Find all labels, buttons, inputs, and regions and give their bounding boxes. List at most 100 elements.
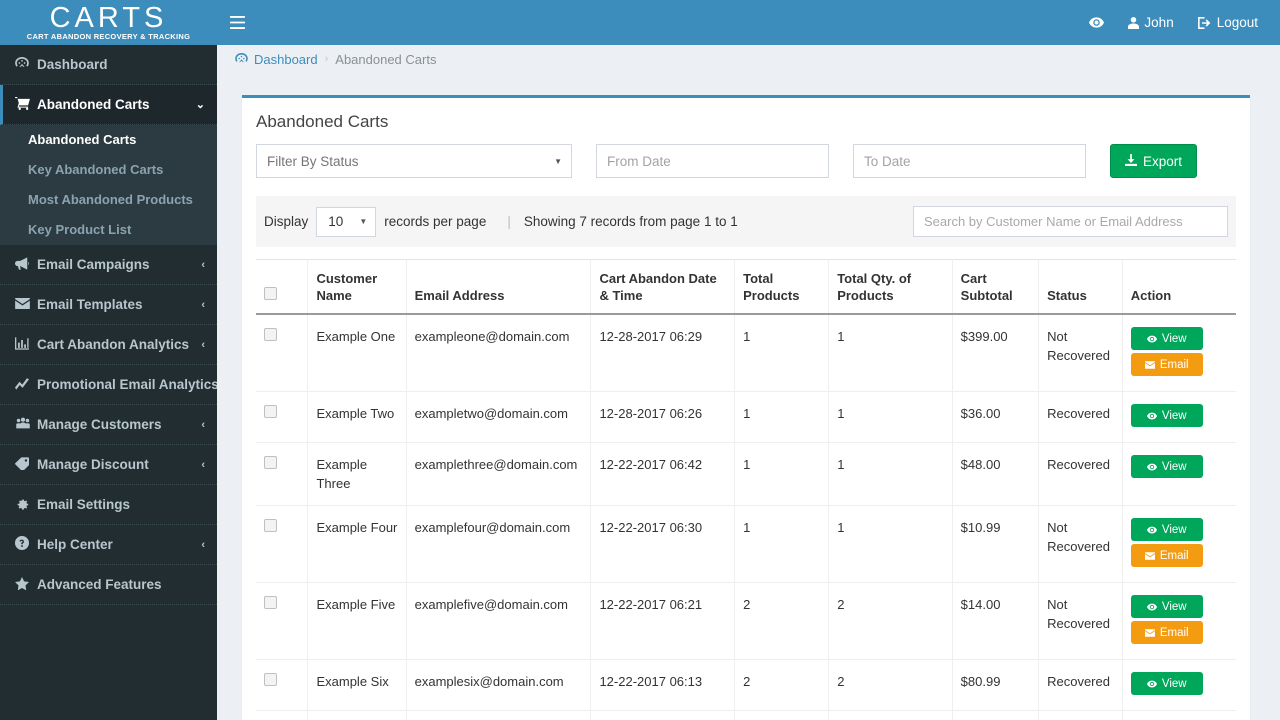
app-logo[interactable]: CARTS CART ABANDON RECOVERY & TRACKING xyxy=(0,0,217,45)
cell-cart-subtotal: $10.99 xyxy=(952,505,1040,583)
submenu-item-abandoned-carts[interactable]: Abandoned Carts xyxy=(0,125,217,155)
bullhorn-icon xyxy=(15,256,37,273)
cell-cart-abandon-date: 12-22-2017 06:13 xyxy=(590,659,736,711)
main-content: Dashboard › Abandoned Carts Abandoned Ca… xyxy=(217,45,1280,720)
filter-by-status-select[interactable]: Filter By Status ▼ xyxy=(256,144,572,178)
row-checkbox[interactable] xyxy=(264,328,277,341)
status-badge: Not Recovered xyxy=(1047,329,1110,363)
toolbar-divider: | xyxy=(507,214,511,229)
submenu-item-most-abandoned-products[interactable]: Most Abandoned Products xyxy=(0,185,217,215)
sidebar-item-abandoned-carts[interactable]: Abandoned Carts ⌄ xyxy=(0,85,217,125)
sidebar-item-label: Promotional Email Analytics xyxy=(37,377,219,392)
status-badge: Not Recovered xyxy=(1047,597,1110,631)
view-button[interactable]: View xyxy=(1130,327,1203,350)
cell-total-qty: 2 xyxy=(828,659,953,711)
row-checkbox[interactable] xyxy=(264,456,277,469)
email-button[interactable]: Email xyxy=(1130,353,1203,376)
row-checkbox[interactable] xyxy=(264,596,277,609)
status-badge: Recovered xyxy=(1047,674,1110,689)
row-select-cell xyxy=(256,391,309,443)
cell-cart-subtotal: $48.00 xyxy=(952,442,1040,506)
cell-email-address: examplefive@domain.com xyxy=(406,582,592,660)
cell-total-products: 1 xyxy=(734,710,830,720)
row-checkbox[interactable] xyxy=(264,405,277,418)
from-date-input[interactable] xyxy=(596,144,829,178)
cell-status: Not Recovered xyxy=(1038,505,1123,583)
sidebar-nav: Dashboard Abandoned Carts ⌄ Abandoned Ca… xyxy=(0,45,226,605)
view-button[interactable]: View xyxy=(1130,595,1203,618)
cell-action: View Email xyxy=(1122,582,1236,660)
cell-total-products: 1 xyxy=(734,391,830,443)
cell-action: View Email xyxy=(1122,505,1236,583)
chevron-left-icon: ‹ xyxy=(201,458,205,471)
menu-toggle-icon[interactable] xyxy=(217,0,257,45)
cell-cart-abandon-date: 12-22-2017 06:42 xyxy=(590,442,736,506)
abandoned-carts-panel: Abandoned Carts Filter By Status ▼ Expor… xyxy=(242,95,1250,720)
cell-total-qty: 1 xyxy=(828,391,953,443)
sidebar-item-advanced-features[interactable]: Advanced Features xyxy=(0,565,217,605)
chevron-left-icon: ‹ xyxy=(201,298,205,311)
email-button[interactable]: Email xyxy=(1130,544,1203,567)
cell-status: Recovered xyxy=(1038,659,1123,711)
breadcrumb-dashboard[interactable]: Dashboard xyxy=(235,52,318,67)
cell-total-qty: 2 xyxy=(828,582,953,660)
row-checkbox[interactable] xyxy=(264,519,277,532)
bar-chart-icon xyxy=(15,336,37,353)
table-row: Example Six examplesix@domain.com 12-22-20… xyxy=(256,659,1236,711)
to-date-input[interactable] xyxy=(853,144,1086,178)
email-button[interactable]: Email xyxy=(1130,621,1203,644)
view-button[interactable]: View xyxy=(1130,404,1203,427)
page-title: Abandoned Carts xyxy=(256,112,389,131)
view-button[interactable]: View xyxy=(1130,518,1203,541)
records-per-page-select[interactable]: 10 ▼ xyxy=(316,206,377,237)
chevron-left-icon: ‹ xyxy=(201,538,205,551)
sidebar-item-manage-discount[interactable]: Manage Discount ‹ xyxy=(0,445,217,485)
preview-eye-icon[interactable] xyxy=(1077,0,1116,45)
sidebar-item-email-settings[interactable]: Email Settings xyxy=(0,485,217,525)
row-select-cell xyxy=(256,442,309,506)
user-menu[interactable]: John xyxy=(1116,0,1185,45)
sidebar-item-cart-abandon-analytics[interactable]: Cart Abandon Analytics ‹ xyxy=(0,325,217,365)
sidebar-item-label: Dashboard xyxy=(37,57,108,72)
cell-status: Recovered xyxy=(1038,391,1123,443)
status-badge: Recovered xyxy=(1047,406,1110,421)
sidebar-item-manage-customers[interactable]: Manage Customers ‹ xyxy=(0,405,217,445)
sidebar-item-email-campaigns[interactable]: Email Campaigns ‹ xyxy=(0,245,217,285)
export-button[interactable]: Export xyxy=(1110,144,1198,178)
table-body: Example One exampleone@domain.com 12-28-20… xyxy=(256,314,1236,720)
cell-customer-name: Example Six xyxy=(307,659,407,711)
cell-status: Not Recovered xyxy=(1038,314,1123,392)
cell-cart-subtotal: $399.00 xyxy=(952,314,1040,392)
column-total-products: Total Products xyxy=(734,259,830,315)
cell-total-qty: 1 xyxy=(828,442,953,506)
cell-total-qty: 1 xyxy=(828,505,953,583)
star-icon xyxy=(15,576,37,593)
cell-total-products: 1 xyxy=(734,314,830,392)
sidebar-item-promotional-email-analytics[interactable]: Promotional Email Analytics ‹ xyxy=(0,365,226,405)
search-input[interactable] xyxy=(913,206,1228,237)
cell-email-address: exampleone@domain.com xyxy=(406,314,592,392)
submenu-item-key-abandoned-carts[interactable]: Key Abandoned Carts xyxy=(0,155,217,185)
records-showing-text: Showing 7 records from page 1 to 1 xyxy=(523,214,738,229)
column-cart-abandon-date: Cart Abandon Date & Time xyxy=(590,259,736,315)
view-button[interactable]: View xyxy=(1130,455,1203,478)
table-head: Customer Name Email Address Cart Abandon… xyxy=(256,259,1236,315)
sidebar-item-email-templates[interactable]: Email Templates ‹ xyxy=(0,285,217,325)
sidebar-item-dashboard[interactable]: Dashboard xyxy=(0,45,217,85)
view-button[interactable]: View xyxy=(1130,672,1203,695)
select-all-checkbox[interactable] xyxy=(264,287,277,300)
records-per-page-label: records per page xyxy=(384,214,487,229)
row-checkbox[interactable] xyxy=(264,673,277,686)
dashboard-icon xyxy=(15,57,37,72)
cell-total-products: 1 xyxy=(734,442,830,506)
row-select-cell xyxy=(256,710,309,720)
sidebar-item-label: Email Settings xyxy=(37,497,131,512)
chevron-left-icon: ‹ xyxy=(201,338,205,351)
cell-status: Not Recovered xyxy=(1038,710,1123,720)
view-label: View xyxy=(1161,409,1187,422)
sidebar-item-help-center[interactable]: Help Center ‹ xyxy=(0,525,217,565)
submenu-item-key-product-list[interactable]: Key Product List xyxy=(0,215,217,245)
sidebar-item-label: Advanced Features xyxy=(37,577,162,592)
cell-email-address: examplefour@domain.com xyxy=(406,505,592,583)
logout-button[interactable]: Logout xyxy=(1186,0,1270,45)
